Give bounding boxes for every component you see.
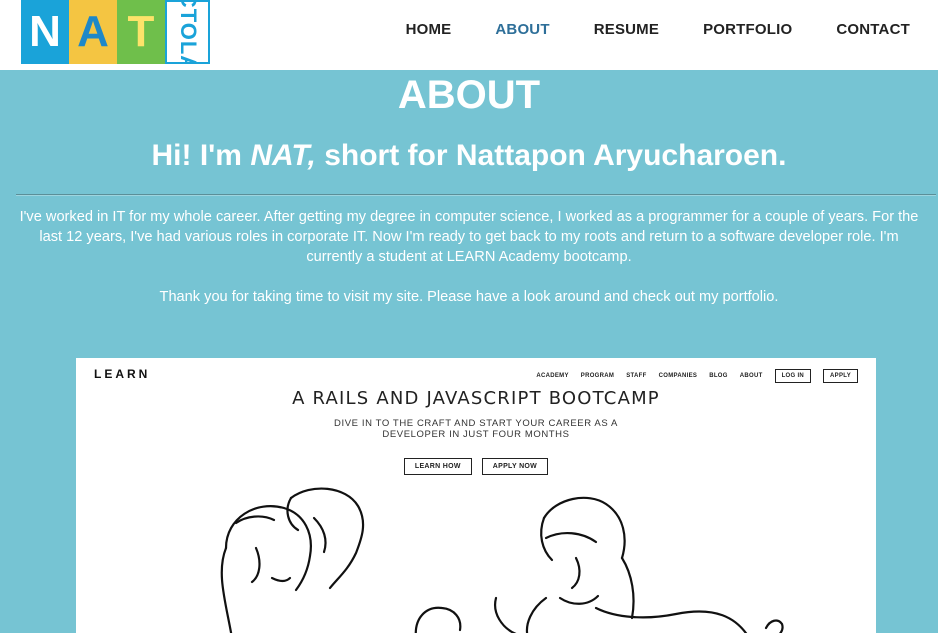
learn-nav-staff: STAFF — [626, 373, 647, 379]
page-title: ABOUT — [397, 73, 541, 117]
intro-suffix: short for Nattapon Aryucharoen. — [315, 139, 787, 172]
logo-letter-n: N — [21, 0, 69, 64]
nav-resume-link[interactable]: RESUME — [594, 21, 659, 38]
learn-cta-buttons: LEARN HOW APPLY NOW — [76, 458, 876, 475]
nav-about-link[interactable]: ABOUT — [495, 21, 549, 38]
bio-paragraph: I've worked in IT for my whole career. A… — [19, 209, 919, 265]
nav-portfolio-link[interactable]: PORTFOLIO — [703, 21, 792, 38]
learn-subline-2: DEVELOPER IN JUST FOUR MONTHS — [382, 429, 570, 440]
intro-heading: Hi! I'm NAT, short for Nattapon Aryuchar… — [0, 135, 938, 177]
logo-side-text: ACTOLAN — [175, 0, 201, 64]
learn-academy-screenshot[interactable]: LEARN ACADEMY PROGRAM STAFF COMPANIES BL… — [76, 358, 876, 633]
logo-letter-t: T — [117, 0, 165, 64]
section-divider — [16, 194, 936, 196]
nav-home-link[interactable]: HOME — [406, 21, 452, 38]
learn-nav-program: PROGRAM — [580, 373, 615, 379]
learn-brand-logo: LEARN — [94, 367, 151, 381]
students-line-drawing — [220, 487, 784, 633]
top-bar: N A T ACTOLAN HOME ABOUT RESUME PORTFOLI… — [0, 0, 938, 70]
apply-now-button: APPLY NOW — [481, 458, 549, 475]
learn-subline-1: DIVE IN TO THE CRAFT AND START YOUR CARE… — [334, 418, 618, 429]
logo-letter-a: A — [69, 0, 117, 64]
learn-nav-about: ABOUT — [739, 373, 763, 379]
intro-name: NAT, — [250, 139, 316, 172]
learn-nav: ACADEMY PROGRAM STAFF COMPANIES BLOG ABO… — [524, 369, 858, 383]
thanks-paragraph: Thank you for taking time to visit my si… — [159, 289, 779, 305]
learn-headline: A RAILS AND JAVASCRIPT BOOTCAMP — [292, 388, 660, 409]
logo-side-mark: ACTOLAN — [165, 0, 210, 64]
learn-subline: DIVE IN TO THE CRAFT AND START YOUR CARE… — [316, 418, 636, 440]
learn-nav-academy: ACADEMY — [536, 373, 569, 379]
learn-nav-blog: BLOG — [709, 373, 728, 379]
main-nav: HOME ABOUT RESUME PORTFOLIO CONTACT — [362, 0, 910, 58]
intro-prefix: Hi! I'm — [151, 139, 251, 172]
nav-contact-link[interactable]: CONTACT — [836, 21, 910, 38]
learn-login-button: LOG IN — [774, 369, 812, 383]
learn-nav-companies: COMPANIES — [658, 373, 698, 379]
site-logo[interactable]: N A T ACTOLAN — [21, 0, 210, 64]
learn-how-button: LEARN HOW — [403, 458, 472, 475]
learn-apply-button: APPLY — [823, 369, 858, 383]
